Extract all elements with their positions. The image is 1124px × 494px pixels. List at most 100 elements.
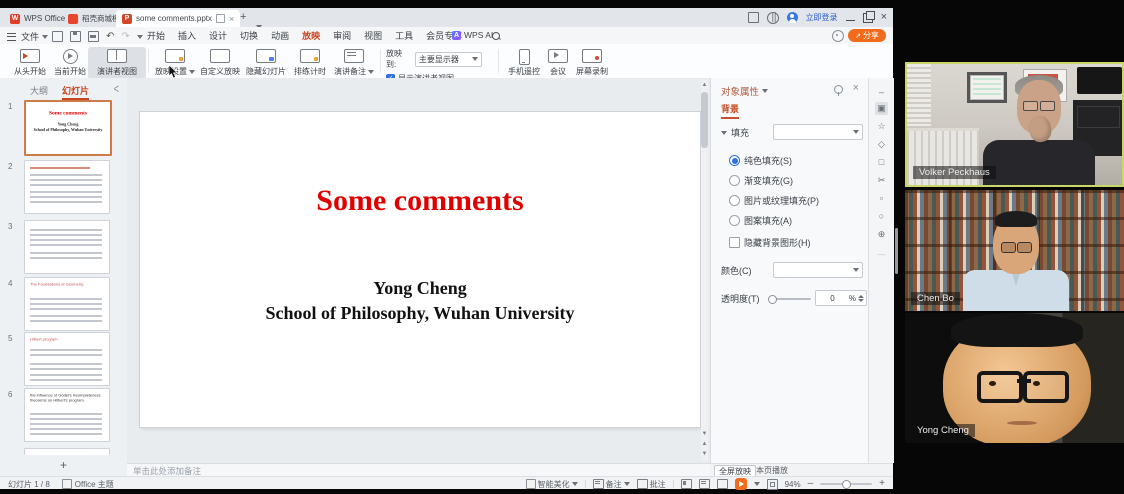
from-current-button[interactable]: 当前开始 (48, 47, 92, 79)
menu-review[interactable]: 审阅 (333, 29, 351, 42)
file-menu[interactable]: 文件 (21, 30, 48, 43)
notes-bar[interactable]: 单击此处添加备注 (127, 463, 716, 477)
transparency-spinner[interactable]: 0 % (815, 290, 867, 306)
play-slideshow-button[interactable] (735, 478, 747, 490)
zoom-in-button[interactable]: + (879, 480, 885, 488)
help-tool-icon[interactable]: ○ (875, 210, 888, 223)
slide-canvas[interactable]: Some comments Yong Cheng School of Philo… (140, 112, 700, 427)
tab-background[interactable]: 背景 (721, 102, 739, 119)
quick-access-caret-icon[interactable] (137, 35, 143, 39)
tab-close-icon[interactable] (229, 14, 234, 24)
new-file-icon[interactable] (52, 31, 63, 42)
slide-thumbnail-2[interactable] (24, 160, 110, 214)
scrollbar-thumb[interactable] (701, 92, 708, 148)
close-button[interactable]: × (881, 12, 887, 23)
notification-icon[interactable] (832, 30, 844, 42)
frame-tool-icon[interactable]: ▫ (875, 192, 888, 205)
pin-icon[interactable] (834, 85, 843, 94)
slide-sorter-view-icon[interactable] (699, 479, 710, 489)
wps-ai-button[interactable]: A WPS AI (452, 30, 493, 40)
layout-icon[interactable] (748, 12, 759, 23)
menu-animation[interactable]: 动画 (271, 29, 289, 42)
slide-affiliation[interactable]: School of Philosophy, Wuhan University (140, 303, 700, 324)
screen-record-button[interactable]: 屏幕录制 (572, 47, 612, 79)
minimize-button[interactable] (846, 20, 855, 21)
meeting-button[interactable]: 会议 (542, 47, 574, 79)
slide-thumbnail-6[interactable]: the influence of Gödel's incompleteness … (24, 388, 110, 442)
slide-thumbnail-1[interactable]: Some comments Yong Cheng School of Philo… (24, 100, 112, 156)
menu-view[interactable]: 视图 (364, 29, 382, 42)
previous-slide-icon[interactable]: ▲ (701, 440, 708, 448)
display-monitor-dropdown[interactable]: 主要显示器 (415, 52, 482, 67)
cut-tool-icon[interactable]: ✂ (875, 174, 888, 187)
slide-title[interactable]: Some comments (140, 184, 700, 218)
phone-remote-button[interactable]: 手机遥控 (504, 47, 544, 79)
zoom-level[interactable]: 94% (785, 480, 801, 489)
slide-thumbnail-3[interactable] (24, 220, 110, 274)
slide-author[interactable]: Yong Cheng (140, 278, 700, 299)
slide-thumbnail-4[interactable]: The Foundations of Geometry, (24, 277, 110, 331)
from-beginning-button[interactable]: 从头开始 (8, 47, 52, 79)
menu-slideshow[interactable]: 放映 (302, 29, 320, 42)
participant-video-volker[interactable]: Volker Peckhaus (905, 62, 1124, 187)
hamburger-icon[interactable] (7, 33, 16, 41)
gradient-fill-option[interactable]: 渐变填充(G) (729, 174, 793, 187)
save-icon[interactable] (70, 31, 81, 42)
avatar[interactable] (787, 12, 798, 23)
tab-document[interactable]: P some comments.pptx (116, 10, 240, 27)
video-list-scrollbar[interactable] (895, 228, 898, 274)
properties-tool-icon[interactable]: ▣ (875, 102, 888, 115)
pattern-fill-option[interactable]: 图案填充(A) (729, 214, 792, 227)
menu-insert[interactable]: 插入 (178, 29, 196, 42)
play-this-page-button[interactable]: 本页播放 (752, 465, 792, 476)
play-options-caret-icon[interactable] (754, 482, 760, 486)
reading-view-icon[interactable] (717, 479, 728, 489)
slide-thumbnail-5[interactable]: Hilbert program (24, 332, 110, 386)
add-slide-button[interactable]: + (0, 458, 127, 474)
search-icon[interactable] (492, 32, 500, 40)
stepper-icons[interactable] (858, 295, 864, 302)
zoom-out-button[interactable]: – (808, 480, 814, 488)
print-icon[interactable] (88, 31, 99, 42)
color-dropdown[interactable] (773, 262, 863, 278)
hide-slide-button[interactable]: 隐藏幻灯片 (242, 47, 290, 79)
shapes-tool-icon[interactable]: ◇ (875, 138, 888, 151)
collapse-strip-icon[interactable]: – (875, 86, 888, 99)
more-tools-icon[interactable]: ⊕ (875, 228, 888, 241)
slide-thumbnail-7-partial[interactable] (24, 448, 110, 455)
fill-preset-dropdown[interactable] (773, 124, 863, 140)
presenter-view-button[interactable]: 演讲者视图 (88, 47, 146, 79)
zoom-slider[interactable] (820, 483, 872, 485)
tab-slides[interactable]: 幻灯片 (62, 84, 89, 100)
speaker-notes-button[interactable]: 演讲备注 (330, 47, 378, 79)
new-tab-button[interactable]: + (240, 11, 246, 24)
edit-tool-icon[interactable]: □ (875, 156, 888, 169)
menu-transitions[interactable]: 切换 (240, 29, 258, 42)
menu-design[interactable]: 设计 (209, 29, 227, 42)
solid-fill-option[interactable]: 纯色填充(S) (729, 154, 792, 167)
next-slide-icon[interactable]: ▼ (701, 450, 708, 458)
smart-beautify-button[interactable]: 智能美化 (526, 479, 578, 490)
restore-button[interactable] (863, 13, 873, 23)
transparency-slider[interactable] (769, 298, 811, 300)
star-tool-icon[interactable]: ☆ (875, 120, 888, 133)
menu-tools[interactable]: 工具 (395, 29, 413, 42)
normal-view-icon[interactable] (681, 479, 692, 489)
login-button[interactable]: 立即登录 (806, 12, 838, 23)
close-panel-icon[interactable]: × (853, 82, 859, 94)
notes-toggle-button[interactable]: 备注 (593, 479, 630, 490)
custom-show-button[interactable]: 自定义放映 (196, 47, 244, 79)
collapse-panel-icon[interactable]: < (114, 82, 119, 96)
picture-fill-option[interactable]: 图片或纹理填充(P) (729, 194, 819, 207)
undo-icon[interactable]: ↶ (106, 32, 114, 42)
redo-icon[interactable]: ↷ (121, 32, 129, 42)
fill-section-header[interactable]: 填充 (721, 126, 749, 139)
fit-to-window-icon[interactable] (767, 479, 778, 490)
comments-button[interactable]: 批注 (637, 479, 666, 490)
globe-icon[interactable] (767, 12, 779, 24)
participant-video-yongcheng[interactable]: Yong Cheng (905, 313, 1124, 443)
tab-pin-icon[interactable] (216, 14, 225, 23)
participant-video-chenbo[interactable]: Chen Bo (905, 190, 1124, 311)
scroll-down-icon[interactable]: ▼ (701, 430, 708, 438)
menu-home[interactable]: 开始 (147, 29, 165, 42)
